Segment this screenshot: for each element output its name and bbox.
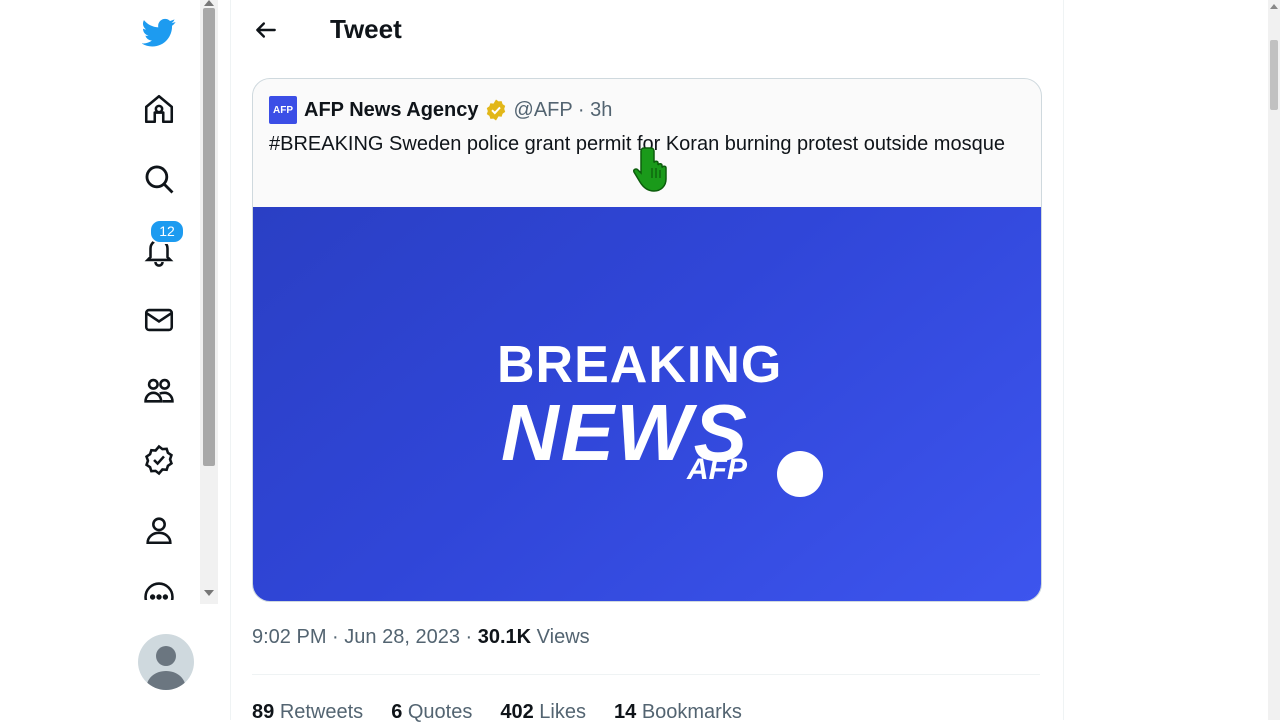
quoted-tweet-header: AFP AFP News Agency @AFP · 3h (269, 96, 612, 124)
quotes-stat[interactable]: 6 Quotes (391, 701, 472, 724)
mail-icon[interactable] (138, 299, 180, 341)
twitter-bird-icon[interactable] (138, 11, 180, 53)
scroll-down-arrow-icon[interactable] (204, 590, 214, 596)
tweet-date[interactable]: Jun 28, 2023 (344, 626, 460, 648)
media-afp-mark: AFP (687, 453, 747, 486)
bookmarks-stat[interactable]: 14 Bookmarks (614, 701, 742, 724)
scrollbar-thumb[interactable] (203, 8, 215, 466)
nav-scrollbar[interactable] (200, 0, 218, 604)
more-icon[interactable] (138, 580, 180, 600)
page-title: Tweet (330, 14, 402, 44)
handle-and-time[interactable]: @AFP · 3h (514, 99, 613, 122)
tweet-timestamp-views: 9:02 PM · Jun 28, 2023 · 30.1K Views (252, 626, 590, 649)
back-arrow-icon[interactable] (246, 10, 286, 50)
views-count: 30.1K (477, 626, 532, 648)
account-avatar[interactable] (138, 634, 194, 690)
afp-dot-shape (777, 451, 823, 497)
scroll-up-arrow-icon[interactable] (204, 0, 214, 6)
engagement-stats: 89 Retweets 6 Quotes 402 Likes 14 Bookma… (252, 701, 742, 724)
left-nav: 12 (0, 0, 200, 720)
scrollbar-thumb[interactable] (1270, 40, 1278, 110)
search-icon[interactable] (138, 158, 180, 200)
page-scrollbar[interactable] (1268, 0, 1280, 720)
notification-badge: 12 (149, 219, 185, 244)
hand-pointer-cursor-icon (633, 147, 667, 192)
scroll-up-arrow-icon[interactable] (1270, 4, 1278, 9)
tweet-time[interactable]: 9:02 PM (252, 626, 326, 648)
breaking-news-image[interactable]: BREAKING NEWS AFP (253, 207, 1041, 601)
media-breaking-text: BREAKING (497, 336, 783, 394)
verified-badge-icon (486, 99, 505, 121)
profile-icon[interactable] (138, 509, 180, 551)
views-label: Views (536, 626, 590, 648)
meta-separator: · (332, 626, 339, 648)
column-divider (230, 0, 231, 720)
communities-icon[interactable] (138, 369, 180, 411)
account-name[interactable]: AFP News Agency (304, 99, 479, 122)
divider (252, 674, 1040, 675)
retweets-stat[interactable]: 89 Retweets (252, 701, 363, 724)
likes-stat[interactable]: 402 Likes (500, 701, 586, 724)
notifications-bell-icon[interactable]: 12 (138, 219, 185, 271)
verified-icon[interactable] (138, 439, 180, 481)
meta-separator: · (465, 626, 473, 648)
column-divider (1063, 0, 1064, 720)
afp-logo-avatar[interactable]: AFP (269, 96, 297, 124)
home-icon[interactable] (138, 88, 180, 130)
